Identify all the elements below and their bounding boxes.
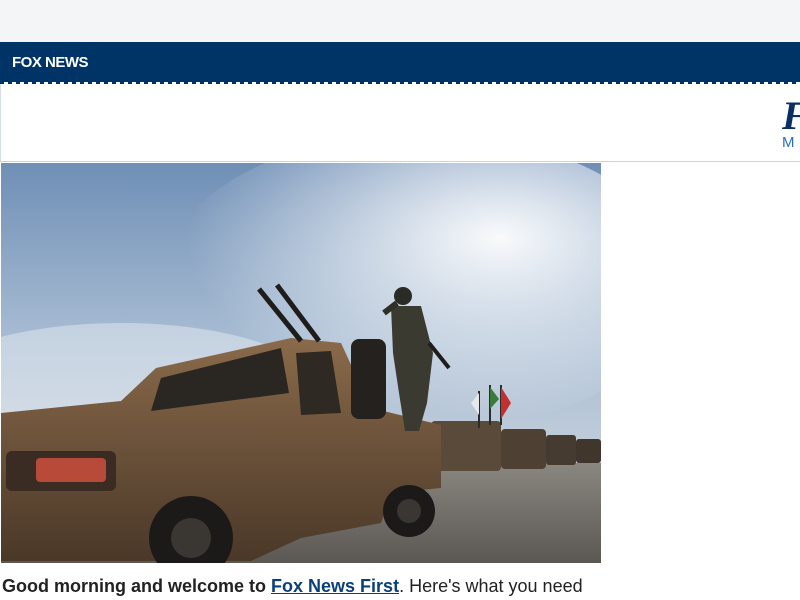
newsletter-header: F M xyxy=(0,84,800,162)
intro-bold-text: Good morning and welcome to xyxy=(2,576,267,596)
intro-rest-text: . Here's what you need xyxy=(399,576,583,596)
fox-news-brand-bar: FOX NEWS xyxy=(0,42,800,85)
hero-photo-military-convoy xyxy=(1,163,601,563)
article-intro: Good morning and welcome to Fox News Fir… xyxy=(2,576,583,597)
browser-top-strip xyxy=(0,0,800,42)
hero-image xyxy=(1,163,601,563)
newsletter-title-fragment: F xyxy=(782,92,800,139)
fox-news-first-link[interactable]: Fox News First xyxy=(271,576,399,596)
fox-news-logo[interactable]: FOX NEWS xyxy=(12,54,89,71)
newsletter-subtitle-fragment: M xyxy=(782,134,796,151)
